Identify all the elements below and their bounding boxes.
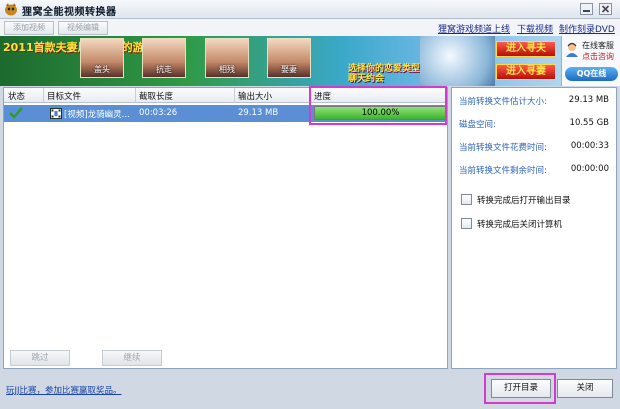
banner-title: 2011首款夫妻风花雪月的游戏 [3,41,155,54]
enter-husband-button[interactable]: 进入寻夫 [496,41,556,57]
download-video-link[interactable]: 下载视频 [517,22,553,35]
remaining-value: 00:00:00 [570,164,609,174]
task-list: 状态 目标文件 截取长度 输出大小 进度 [视频]龙骑幽灵... 00:03:2… [3,87,448,369]
open-dir-highlight [484,373,556,404]
portrait-caption: 盖头 [94,65,110,74]
enter-wife-button[interactable]: 进入寻妻 [496,64,556,80]
list-footer: 跳过 继续 [3,350,448,368]
film-icon [50,108,62,119]
jj-contest-link[interactable]: 玩JJ比赛，参加比赛赢取奖品。 [6,384,122,396]
service-avatar-icon [566,42,578,57]
progress-highlight [309,86,447,125]
service-title: 在线客服 [582,41,614,50]
col-output-size: 输出大小 [238,92,273,102]
minimize-icon[interactable] [580,3,593,15]
row-duration: 00:03:26 [139,108,178,118]
online-service-box[interactable]: 在线客服 点击咨询 QQ在线 [561,36,620,86]
close-icon[interactable] [599,3,612,15]
banner-portrait: 相残 [205,38,249,78]
shutdown-checkbox[interactable] [461,218,472,229]
banner-portrait: 娶妻 [267,38,311,78]
portrait-caption: 娶妻 [281,65,297,74]
disk-space-label: 磁盘空间: [459,120,496,130]
info-panel: 当前转换文件估计大小: 29.13 MB 磁盘空间: 10.55 GB 当前转换… [451,87,617,369]
col-target-file: 目标文件 [47,92,82,102]
edit-video-button[interactable]: 视频编辑 [58,21,108,35]
title-bar: 狸窝全能视频转换器 [0,0,620,19]
portrait-caption: 相残 [219,65,235,74]
add-video-button[interactable]: 添加视频 [4,21,54,35]
open-dir-checkbox-label: 转换完成后打开输出目录 [477,196,571,206]
burn-dvd-link[interactable]: 制作刻录DVD [559,22,615,35]
banner-fairy-image [420,36,495,86]
ad-banner[interactable]: 2011首款夫妻风花雪月的游戏 盖头 抗走 相残 娶妻 选择你的恋爱类型 聊天约… [0,36,620,86]
skip-button[interactable]: 跳过 [10,350,70,366]
portrait-caption: 抗走 [156,65,172,74]
window-title: 狸窝全能视频转换器 [22,7,117,18]
row-size: 29.13 MB [238,108,279,118]
elapsed-label: 当前转换文件花费时间: [459,143,547,153]
col-duration: 截取长度 [139,92,174,102]
continue-button[interactable]: 继续 [102,350,162,366]
shutdown-checkbox-label: 转换完成后关闭计算机 [477,220,563,230]
service-consult: 点击咨询 [582,52,614,61]
close-button[interactable]: 关闭 [557,379,613,398]
banner-portrait: 抗走 [142,38,186,78]
app-logo-icon [5,3,17,16]
est-size-value: 29.13 MB [568,95,609,105]
open-dir-checkbox[interactable] [461,194,472,205]
col-status: 状态 [8,92,26,102]
toolbar: 添加视频 视频编辑 狸窝游戏频道上线 下载视频 制作刻录DVD [0,19,620,36]
banner-slogan: 选择你的恋爱类型 聊天约会 [348,64,421,84]
qq-online-button[interactable]: QQ在线 [565,67,618,81]
banner-portrait: 盖头 [80,38,124,78]
check-icon [9,107,23,119]
row-file-name: [视频]龙骑幽灵... [64,110,130,120]
elapsed-value: 00:00:33 [570,141,609,151]
remaining-label: 当前转换文件剩余时间: [459,166,547,176]
game-channel-link[interactable]: 狸窝游戏频道上线 [438,22,510,35]
est-size-label: 当前转换文件估计大小: [459,97,547,107]
disk-space-value: 10.55 GB [569,118,609,128]
